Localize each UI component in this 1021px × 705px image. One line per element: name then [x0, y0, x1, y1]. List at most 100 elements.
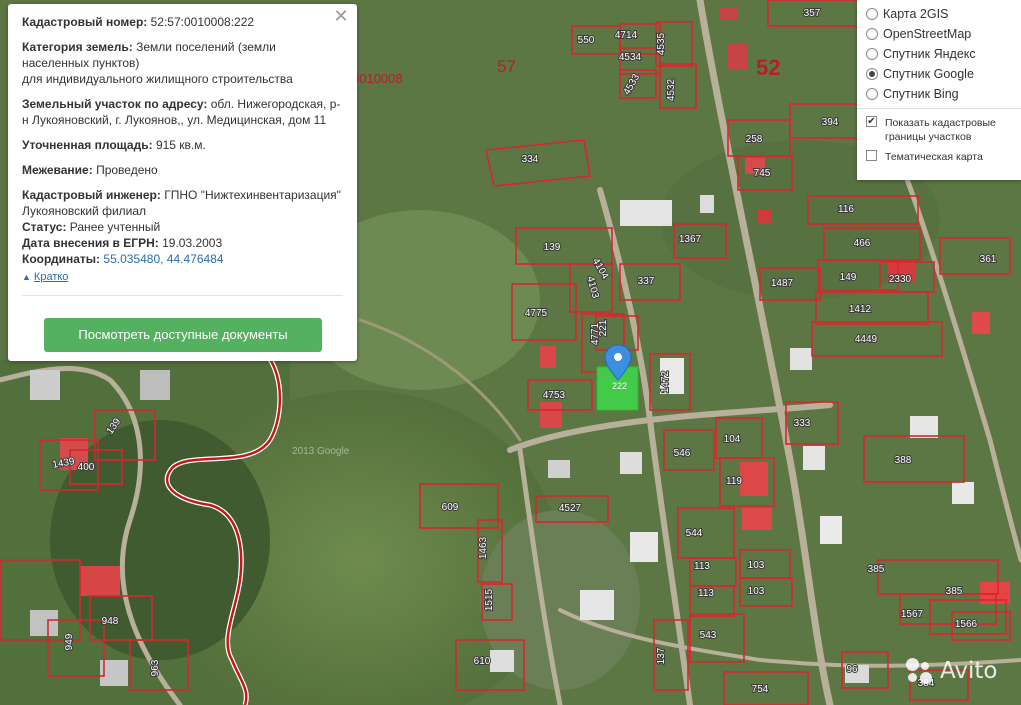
- radio-icon: [866, 8, 878, 20]
- collapse-link[interactable]: ▲ Кратко: [22, 269, 68, 285]
- cadastral-number-value: 52:57:0010008:222: [150, 15, 255, 29]
- divider: [857, 108, 1021, 109]
- parcel-number-label: 388: [895, 455, 912, 466]
- layer-option-label: Карта 2GIS: [883, 7, 949, 21]
- parcel-number-label: 4449: [855, 334, 878, 345]
- parcel-number-label: 113: [698, 588, 714, 599]
- category-purpose: для индивидуального жилищного строительс…: [22, 72, 293, 86]
- date-label: Дата внесения в ЕГРН:: [22, 236, 159, 250]
- coords-label: Координаты:: [22, 252, 101, 266]
- parcel-number-label: 4775: [525, 308, 548, 319]
- area-value: 915 кв.м.: [155, 138, 206, 152]
- thematic-map-label: Тематическая карта: [885, 151, 983, 163]
- survey-value: Проведено: [96, 163, 158, 177]
- area-row: Уточненная площадь: 915 кв.м.: [22, 137, 343, 153]
- avito-wordmark: Avito: [940, 658, 998, 684]
- parcel-number-label: 1567: [901, 609, 924, 620]
- parcel-number-label: 610: [474, 656, 491, 667]
- radio-icon: [866, 28, 878, 40]
- layer-option-label: Спутник Bing: [883, 87, 959, 101]
- parcel-number-label: 361: [980, 254, 997, 265]
- parcel-number-label: 103: [748, 586, 765, 597]
- parcel-number-label: 4527: [559, 503, 582, 514]
- parcel-number-label: 1515: [484, 588, 495, 611]
- district-label: 52: [756, 55, 780, 80]
- layer-option-google[interactable]: Спутник Google: [866, 64, 974, 84]
- parcel-number-label: 963: [150, 659, 161, 676]
- show-borders-checkbox[interactable]: ✔ Показать кадастровые границы участков: [866, 116, 1016, 144]
- parcel-number-label: 4714: [615, 30, 638, 41]
- engineer-row: Кадастровый инженер: ГПНО "Нижтехинвента…: [22, 187, 343, 219]
- parcel-number-label: 1487: [771, 278, 794, 289]
- parcel-number-label: 333: [794, 418, 811, 429]
- status-value: Ранее учтенный: [69, 220, 161, 234]
- thematic-map-checkbox[interactable]: Тематическая карта: [866, 150, 983, 164]
- layer-option-label: Спутник Яндекс: [883, 47, 976, 61]
- parcel-number-label: 334: [522, 154, 539, 165]
- parcel-number-label: 385: [946, 586, 963, 597]
- parcel-number-label: 96: [846, 664, 858, 675]
- parcel-number-label: 400: [78, 462, 95, 473]
- parcel-number-label: 149: [840, 272, 857, 283]
- parcel-number-label: 949: [64, 633, 75, 650]
- parcel-number-label: 1472: [660, 370, 671, 393]
- selected-parcel-label: 222: [612, 381, 627, 391]
- parcel-number-label: 103: [748, 560, 765, 571]
- parcel-number-label: 221: [598, 319, 609, 336]
- area-label: Уточненная площадь:: [22, 138, 153, 152]
- close-icon[interactable]: ✕: [333, 7, 349, 25]
- parcel-number-label: 4534: [619, 52, 642, 63]
- parcel-number-label: 385: [868, 564, 885, 575]
- parcel-number-label: 357: [804, 8, 821, 19]
- parcel-info-panel: ✕ Кадастровый номер: 52:57:0010008:222 К…: [8, 4, 357, 361]
- parcel-number-label: 543: [700, 630, 717, 641]
- coords-link[interactable]: 55.035480, 44.476484: [103, 252, 223, 266]
- parcel-number-label: 4532: [666, 78, 677, 101]
- category-row: Категория земель: Земли поселений (земли…: [22, 39, 343, 87]
- parcel-number-label: 745: [754, 168, 771, 179]
- date-row: Дата внесения в ЕГРН: 19.03.2003: [22, 235, 343, 251]
- avito-logo: Avito: [906, 654, 997, 688]
- survey-row: Межевание: Проведено: [22, 162, 343, 178]
- layer-option-label: OpenStreetMap: [883, 27, 972, 41]
- parcel-number-label: 258: [746, 134, 763, 145]
- layer-option-osm[interactable]: OpenStreetMap: [866, 24, 971, 44]
- parcel-number-label: 544: [686, 528, 703, 539]
- caret-up-icon: ▲: [22, 272, 31, 282]
- layer-option-yandex[interactable]: Спутник Яндекс: [866, 44, 976, 64]
- parcel-number-label: 119: [726, 476, 742, 487]
- parcel-number-label: 546: [674, 448, 691, 459]
- map-copyright: 2013 Google: [292, 446, 350, 457]
- parcel-number-label: 104: [724, 434, 741, 445]
- status-row: Статус: Ранее учтенный: [22, 219, 343, 235]
- collapse-link-label: Кратко: [33, 271, 69, 283]
- parcel-number-label: 337: [638, 276, 655, 287]
- checkbox-icon: [866, 150, 877, 161]
- parcel-number-label: 4535: [656, 32, 667, 55]
- parcel-number-label: 550: [578, 35, 595, 46]
- parcel-number-label: 139: [544, 242, 561, 253]
- parcel-number-label: 948: [102, 616, 119, 627]
- parcel-number-label: 2330: [889, 274, 912, 285]
- survey-label: Межевание:: [22, 163, 93, 177]
- radio-icon: [866, 48, 878, 60]
- show-borders-label: Показать кадастровые границы участков: [885, 117, 996, 143]
- parcel-number-label: 137: [656, 647, 667, 664]
- cadastral-number-label: Кадастровый номер:: [22, 15, 148, 29]
- parcel-number-label: 1412: [849, 304, 872, 315]
- parcel-number-label: 394: [822, 117, 839, 128]
- radio-icon: [866, 88, 878, 100]
- divider: [22, 295, 343, 296]
- layer-option-2gis[interactable]: Карта 2GIS: [866, 4, 948, 24]
- parcel-number-label: 4753: [543, 390, 566, 401]
- parcel-number-label: 1463: [478, 536, 489, 559]
- block-label: 0010008: [352, 71, 403, 86]
- view-documents-button[interactable]: Посмотреть доступные документы: [44, 318, 322, 352]
- layer-option-bing[interactable]: Спутник Bing: [866, 84, 959, 104]
- engineer-label: Кадастровый инженер:: [22, 188, 161, 202]
- coords-row: Координаты: 55.035480, 44.476484: [22, 251, 343, 267]
- parcel-number-label: 466: [854, 238, 871, 249]
- parcel-number-label: 1566: [955, 619, 978, 630]
- parcel-number-label: 754: [752, 684, 769, 695]
- parcel-number-label: 609: [442, 502, 459, 513]
